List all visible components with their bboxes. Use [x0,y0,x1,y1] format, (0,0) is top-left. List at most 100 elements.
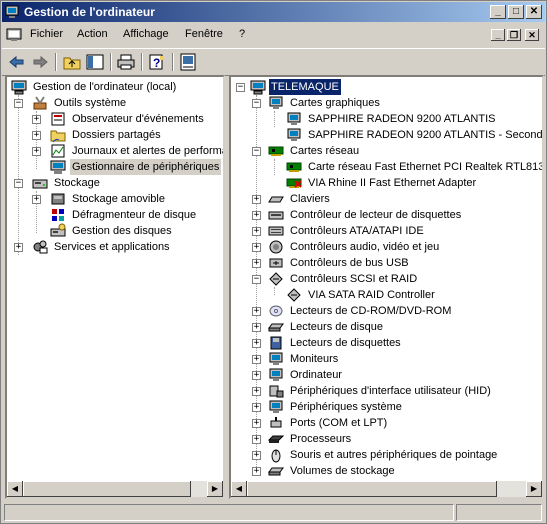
tree-label: Ordinateur [290,369,342,381]
device-category-systeme[interactable]: + Périphériques système [252,399,542,415]
mdi-minimize-button[interactable]: _ [491,29,505,41]
scroll-right-button[interactable]: ▶ [207,481,223,497]
console-tree-pane[interactable]: Gestion de l'ordinateur (local) − Outils… [5,75,225,499]
device-category-disquettes[interactable]: + Lecteurs de disquettes [252,335,542,351]
expand-toggle[interactable]: + [14,243,23,252]
device-tree-root[interactable]: − TELEMAQUE [236,79,536,95]
close-button[interactable]: ✕ [526,5,542,19]
device-category-cdrom[interactable]: + Lecteurs de CD-ROM/DVD-ROM [252,303,542,319]
expand-toggle[interactable]: + [252,435,261,444]
device-category-ports[interactable]: + Ports (COM et LPT) [252,415,542,431]
device-category-controleur-disquettes[interactable]: + Contrôleur de lecteur de disquettes [252,207,542,223]
device-category-ordinateur[interactable]: + Ordinateur [252,367,542,383]
device-category-hid[interactable]: + Périphériques d'interface utilisateur … [252,383,542,399]
scroll-thumb[interactable] [23,481,191,497]
device-category-cartes-graphiques[interactable]: − Cartes graphiques [252,95,542,111]
tree-label: Processeurs [290,433,352,445]
forward-button[interactable] [30,52,50,72]
tree-node-root[interactable]: Gestion de l'ordinateur (local) [11,79,223,95]
tree-node-stockage-amovible[interactable]: + Stockage amovible [32,191,222,207]
expand-toggle[interactable]: + [252,195,261,204]
expand-toggle[interactable]: + [252,403,261,412]
details-pane[interactable]: − TELEMAQUE − Cartes graphiques SAPPHIRE… [229,75,544,499]
title-bar[interactable]: Gestion de l'ordinateur _ □ ✕ [2,2,545,22]
expand-toggle[interactable]: + [252,451,261,460]
menu-help[interactable]: ? [239,28,245,40]
collapse-toggle[interactable]: − [14,179,23,188]
left-horizontal-scrollbar[interactable]: ◀ ▶ [7,481,223,497]
menu-affichage[interactable]: Affichage [123,28,169,40]
properties-button[interactable] [178,52,198,72]
tree-node-services[interactable]: + Services et applications [14,239,223,255]
mdi-close-button[interactable]: ✕ [525,29,539,41]
device-category-usb[interactable]: + Contrôleurs de bus USB [252,255,542,271]
tree-node-gestion-disques[interactable]: Gestion des disques [32,223,222,239]
show-hide-tree-button[interactable] [85,52,105,72]
back-button[interactable] [7,52,27,72]
expand-toggle[interactable]: + [32,195,41,204]
right-horizontal-scrollbar[interactable]: ◀ ▶ [231,481,542,497]
expand-toggle[interactable]: + [252,371,261,380]
expand-toggle[interactable]: + [252,339,261,348]
tree-node-observateur[interactable]: + Observateur d'événements [32,111,222,127]
expand-toggle[interactable]: + [252,259,261,268]
device-category-processeurs[interactable]: + Processeurs [252,431,542,447]
up-level-button[interactable] [62,52,82,72]
svg-text:?: ? [153,56,160,70]
expand-toggle[interactable]: + [252,387,261,396]
device-category-moniteurs[interactable]: + Moniteurs [252,351,542,367]
device-category-ata[interactable]: + Contrôleurs ATA/ATAPI IDE [252,223,542,239]
collapse-toggle[interactable]: − [252,275,261,284]
collapse-toggle[interactable]: − [252,147,261,156]
menu-fenetre[interactable]: Fenêtre [185,28,223,40]
device-category-cartes-reseau[interactable]: − Cartes réseau [252,143,542,159]
menu-fichier[interactable]: Fichier [30,28,63,40]
tree-node-outils-systeme[interactable]: − Outils système [14,95,223,111]
expand-toggle[interactable]: + [252,323,261,332]
device-item-gpu1[interactable]: SAPPHIRE RADEON 9200 ATLANTIS [270,111,542,127]
tree-label: Contrôleur de lecteur de disquettes [290,209,462,221]
device-item-net2-disabled[interactable]: VIA Rhine II Fast Ethernet Adapter [270,175,542,191]
collapse-toggle[interactable]: − [252,99,261,108]
device-item-net1[interactable]: Carte réseau Fast Ethernet PCI Realtek R… [270,159,542,175]
device-category-scsi[interactable]: − Contrôleurs SCSI et RAID [252,271,542,287]
scroll-left-button[interactable]: ◀ [7,481,23,497]
scroll-left-button[interactable]: ◀ [231,481,247,497]
expand-toggle[interactable]: + [252,355,261,364]
scroll-thumb[interactable] [247,481,497,497]
device-item-raid[interactable]: VIA SATA RAID Controller [270,287,542,303]
print-button[interactable] [116,52,136,72]
device-item-gpu2[interactable]: SAPPHIRE RADEON 9200 ATLANTIS - Secondar… [270,127,542,143]
device-category-souris[interactable]: + Souris et autres périphériques de poin… [252,447,542,463]
tree-label: Lecteurs de CD-ROM/DVD-ROM [290,305,452,317]
tree-node-defragmenteur[interactable]: Défragmenteur de disque [32,207,222,223]
tree-node-gestionnaire[interactable]: Gestionnaire de périphériques [32,159,222,175]
mdi-restore-button[interactable]: ❐ [507,29,521,41]
toolbar-separator [141,53,143,71]
device-category-volumes[interactable]: + Volumes de stockage [252,463,542,479]
expand-toggle[interactable]: + [32,147,41,156]
device-category-audio[interactable]: + Contrôleurs audio, vidéo et jeu [252,239,542,255]
expand-toggle[interactable]: + [252,211,261,220]
maximize-button[interactable]: □ [508,5,524,19]
expand-toggle[interactable]: + [32,115,41,124]
minimize-button[interactable]: _ [490,5,506,19]
expand-toggle[interactable]: + [252,419,261,428]
mmc-document-icon[interactable] [6,27,22,43]
tree-node-dossiers-partages[interactable]: + Dossiers partagés [32,127,222,143]
help-button[interactable]: ? [147,52,167,72]
expand-toggle[interactable]: + [252,227,261,236]
device-category-disque[interactable]: + Lecteurs de disque [252,319,542,335]
expand-toggle[interactable]: + [252,467,261,476]
collapse-toggle[interactable]: − [236,83,245,92]
network-adapter-icon [286,162,302,172]
tree-node-stockage[interactable]: − Stockage [14,175,223,191]
expand-toggle[interactable]: + [252,243,261,252]
tree-node-journaux[interactable]: + Journaux et alertes de performance [32,143,223,159]
expand-toggle[interactable]: + [32,131,41,140]
scroll-right-button[interactable]: ▶ [526,481,542,497]
device-category-claviers[interactable]: + Claviers [252,191,542,207]
collapse-toggle[interactable]: − [14,99,23,108]
expand-toggle[interactable]: + [252,307,261,316]
menu-action[interactable]: Action [77,28,108,40]
